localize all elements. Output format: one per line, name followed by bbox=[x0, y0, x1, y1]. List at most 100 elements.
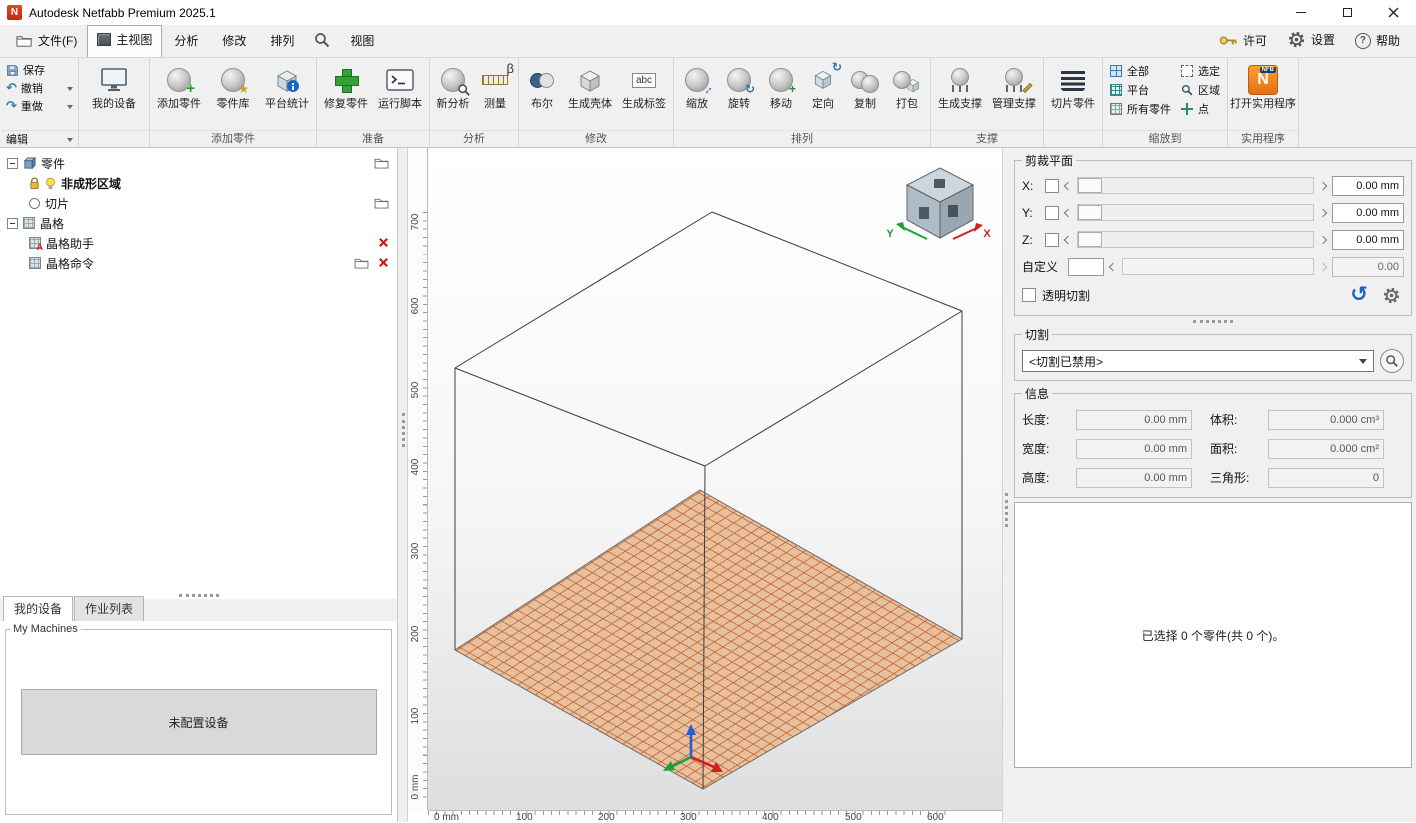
tab-job-list[interactable]: 作业列表 bbox=[74, 596, 144, 621]
settings-button[interactable]: 设置 bbox=[1277, 24, 1345, 57]
clip-z-checkbox[interactable] bbox=[1045, 233, 1059, 247]
delete-button[interactable] bbox=[378, 257, 389, 271]
orient-button[interactable]: ↻ 定向 bbox=[802, 60, 844, 130]
platform-stats-button[interactable]: 平台统计 bbox=[260, 60, 314, 130]
create-support-button[interactable]: 生成支撑 bbox=[933, 60, 987, 130]
slider-thumb[interactable] bbox=[1078, 205, 1102, 220]
no-device-configured-box[interactable]: 未配置设备 bbox=[21, 689, 377, 755]
slider-right-arrow[interactable] bbox=[1319, 235, 1327, 243]
viewport-3d[interactable]: Y X bbox=[428, 148, 1002, 810]
cut-dropdown[interactable]: <切割已禁用> bbox=[1022, 350, 1374, 372]
tree-item-slices[interactable]: 切片 bbox=[0, 193, 397, 213]
navigation-cube[interactable]: Y X bbox=[886, 168, 991, 240]
create-shell-button[interactable]: 生成壳体 bbox=[563, 60, 617, 130]
close-button[interactable] bbox=[1370, 0, 1416, 25]
slider-left-arrow[interactable] bbox=[1064, 208, 1072, 216]
file-menu-button[interactable]: 文件(F) bbox=[6, 26, 87, 57]
tab-main-view[interactable]: 主视图 bbox=[87, 25, 162, 57]
save-button[interactable]: 保存 bbox=[1, 61, 78, 79]
tree-item-nonform-area[interactable]: 非成形区域 bbox=[0, 173, 397, 193]
zoom-platform-button[interactable]: 平台 bbox=[1108, 80, 1173, 99]
zoom-selected-button[interactable]: 选定 bbox=[1179, 61, 1222, 80]
maximize-button[interactable] bbox=[1324, 0, 1370, 25]
new-analysis-button[interactable]: 新分析 bbox=[432, 60, 474, 130]
add-part-button[interactable]: + 添加零件 bbox=[152, 60, 206, 130]
tab-analysis[interactable]: 分析 bbox=[162, 25, 210, 57]
left-panel-splitter[interactable] bbox=[179, 594, 219, 597]
my-devices-button[interactable]: 我的设备 bbox=[81, 60, 147, 130]
clip-custom-slider[interactable] bbox=[1122, 258, 1314, 275]
tab-arrange[interactable]: 排列 bbox=[258, 25, 306, 57]
slider-thumb[interactable] bbox=[1078, 178, 1102, 193]
license-button[interactable]: 许可 bbox=[1209, 26, 1277, 57]
transparent-cut-checkbox[interactable] bbox=[1022, 288, 1036, 302]
clip-x-slider[interactable] bbox=[1077, 177, 1314, 194]
length-value: 0.00 mm bbox=[1076, 410, 1192, 430]
collapse-icon[interactable] bbox=[7, 218, 18, 229]
search-button[interactable] bbox=[306, 25, 338, 57]
zoom-all-button[interactable]: 全部 bbox=[1108, 61, 1173, 80]
collapse-icon[interactable] bbox=[7, 158, 18, 169]
tab-my-devices[interactable]: 我的设备 bbox=[3, 596, 73, 621]
tab-view[interactable]: 视图 bbox=[338, 25, 386, 57]
slice-part-button[interactable]: 切片零件 bbox=[1046, 60, 1100, 130]
create-label-label: 生成标签 bbox=[622, 98, 666, 111]
clip-x-checkbox[interactable] bbox=[1045, 179, 1059, 193]
part-library-button[interactable]: ★ 零件库 bbox=[206, 60, 260, 130]
redo-dropdown-caret[interactable] bbox=[67, 105, 73, 112]
reset-clipping-button[interactable]: ↺ bbox=[1346, 283, 1372, 307]
edit-menu-button[interactable]: 编辑 bbox=[1, 130, 78, 147]
undo-button[interactable]: ↶ 撤销 bbox=[1, 79, 78, 97]
slider-right-arrow[interactable] bbox=[1319, 262, 1327, 270]
scale-button[interactable]: ↔ 缩放 bbox=[676, 60, 718, 130]
slider-left-arrow[interactable] bbox=[1109, 262, 1117, 270]
open-folder-button[interactable] bbox=[374, 197, 389, 212]
clip-y-value[interactable]: 0.00 mm bbox=[1332, 203, 1404, 223]
slider-left-arrow[interactable] bbox=[1064, 181, 1072, 189]
slider-thumb[interactable] bbox=[1078, 232, 1102, 247]
pack-button[interactable]: 打包 bbox=[886, 60, 928, 130]
open-utility-button[interactable]: NNFB 打开实用程序 bbox=[1230, 60, 1296, 130]
zoom-point-button[interactable]: 点 bbox=[1179, 99, 1222, 118]
tree-item-lattice-command[interactable]: 晶格命令 bbox=[0, 253, 397, 273]
slider-left-arrow[interactable] bbox=[1064, 235, 1072, 243]
help-button[interactable]: ? 帮助 bbox=[1345, 26, 1410, 57]
viewport-left-splitter[interactable] bbox=[398, 148, 408, 822]
open-folder-button[interactable] bbox=[354, 257, 369, 272]
clip-z-slider[interactable] bbox=[1077, 231, 1314, 248]
measure-button[interactable]: β 测量 bbox=[474, 60, 516, 130]
right-panel-splitter[interactable] bbox=[1193, 320, 1233, 323]
zoom-all-parts-button[interactable]: 所有零件 bbox=[1108, 99, 1173, 118]
splitter-grip[interactable] bbox=[1005, 493, 1008, 527]
minimize-button[interactable] bbox=[1278, 0, 1324, 25]
zoom-region-button[interactable]: 区域 bbox=[1179, 80, 1222, 99]
tree-item-parts[interactable]: 零件 bbox=[0, 153, 397, 173]
undo-dropdown-caret[interactable] bbox=[67, 87, 73, 94]
tree-item-lattice-helper[interactable]: A 晶格助手 bbox=[0, 233, 397, 253]
tab-modify[interactable]: 修改 bbox=[210, 25, 258, 57]
create-label-button[interactable]: abc 生成标签 bbox=[617, 60, 671, 130]
open-folder-button[interactable] bbox=[374, 157, 389, 172]
move-button[interactable]: + 移动 bbox=[760, 60, 802, 130]
repair-part-button[interactable]: 修复零件 bbox=[319, 60, 373, 130]
redo-button[interactable]: ↷ 重做 bbox=[1, 97, 78, 115]
clip-z-value[interactable]: 0.00 mm bbox=[1332, 230, 1404, 250]
slider-right-arrow[interactable] bbox=[1319, 208, 1327, 216]
rotate-button[interactable]: ↻ 旋转 bbox=[718, 60, 760, 130]
clipping-settings-button[interactable] bbox=[1378, 283, 1404, 307]
viewport-right-splitter[interactable] bbox=[1002, 148, 1010, 822]
slider-right-arrow[interactable] bbox=[1319, 181, 1327, 189]
clip-custom-input[interactable] bbox=[1068, 258, 1104, 276]
cut-search-button[interactable] bbox=[1380, 349, 1404, 373]
tree-item-lattice[interactable]: 晶格 bbox=[0, 213, 397, 233]
boolean-button[interactable]: 布尔 bbox=[521, 60, 563, 130]
run-script-button[interactable]: 运行脚本 bbox=[373, 60, 427, 130]
splitter-grip[interactable] bbox=[402, 413, 405, 447]
duplicate-button[interactable]: 复制 bbox=[844, 60, 886, 130]
delete-button[interactable] bbox=[378, 237, 389, 251]
open-utility-label: 打开实用程序 bbox=[1230, 98, 1296, 111]
clip-y-checkbox[interactable] bbox=[1045, 206, 1059, 220]
manage-support-button[interactable]: 管理支撑 bbox=[987, 60, 1041, 130]
clip-y-slider[interactable] bbox=[1077, 204, 1314, 221]
clip-x-value[interactable]: 0.00 mm bbox=[1332, 176, 1404, 196]
